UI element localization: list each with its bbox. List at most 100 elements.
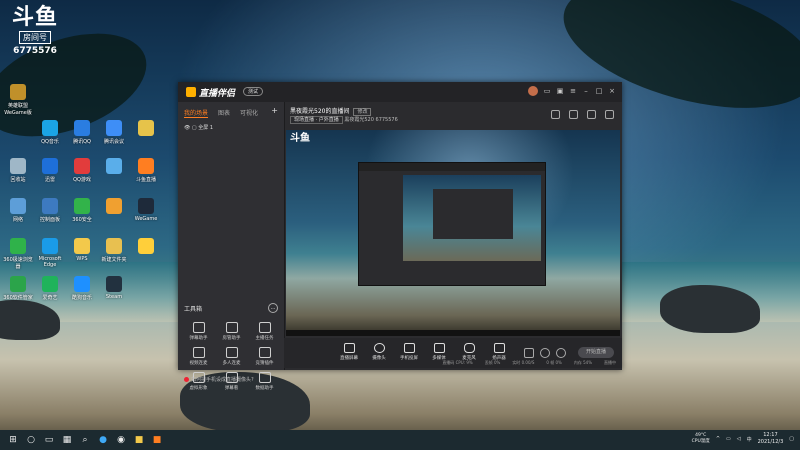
desktop-icon[interactable]: Steam — [98, 276, 130, 300]
douyu-brand: 斗鱼 — [11, 5, 58, 30]
steam-icon[interactable]: ◉ — [116, 435, 126, 445]
menu-icon[interactable]: ≡ — [569, 87, 577, 95]
room-label: 房间号 — [19, 31, 51, 44]
lock-icon[interactable] — [551, 110, 560, 119]
desktop-icon[interactable]: 360极速浏览器 — [2, 238, 34, 270]
category-badge[interactable]: 现场直播 · 户外直播 — [290, 116, 343, 124]
edit-title-button[interactable]: 修改 — [353, 108, 372, 116]
gift-icon[interactable]: ▣ — [556, 87, 564, 95]
nested-window — [358, 162, 546, 286]
status-item: 内存 54% — [573, 360, 592, 365]
toolbox-title: 工具箱 — [184, 306, 203, 313]
ime-icon[interactable]: 中 — [747, 436, 752, 443]
star-icon[interactable] — [587, 110, 596, 119]
preview-taskbar — [286, 330, 620, 336]
avatar[interactable] — [528, 86, 538, 96]
search-icon[interactable]: ○ — [26, 435, 36, 445]
live-info: 现场直播 · 户外直播 黑夜霞光520 6775576 — [290, 116, 398, 124]
status-bar: 直播码 CPU: 9% 丢帧 0% 实时 0.00/S 0 帧 0% 内存 54… — [284, 358, 622, 368]
search-app-icon[interactable]: ⌕ — [80, 435, 90, 445]
add-scene-icon[interactable]: + — [271, 107, 278, 118]
desktop-icon[interactable]: 腾讯会议 — [98, 120, 130, 145]
maximize-icon[interactable]: □ — [595, 87, 603, 95]
volume-icon[interactable]: ◁ — [737, 436, 741, 442]
desktop-icon[interactable] — [130, 120, 162, 138]
grid-app-icon[interactable]: ▦ — [62, 435, 72, 445]
desktop-icon[interactable]: Microsoft Edge — [34, 238, 66, 268]
scene-item[interactable]: 👁 ▢ 全屏 1 — [178, 122, 284, 133]
status-item: 0 帧 0% — [546, 360, 562, 365]
preview-douyu-logo: 斗鱼 — [290, 133, 310, 144]
douyu-logo: 斗鱼 房间号 6775576 — [10, 5, 60, 57]
app-logo-icon — [186, 87, 196, 97]
minimize-icon[interactable]: – — [582, 87, 590, 95]
network-icon[interactable]: ▭ — [726, 436, 731, 442]
desktop-icon[interactable]: QQ音乐 — [34, 120, 66, 145]
left-panel: 我的场景 图表 可视化 + 👁 ▢ 全屏 1 工具箱 … 弹幕助手 房管助手 主… — [178, 102, 285, 391]
desktop-icon[interactable]: QQ游戏 — [66, 158, 98, 183]
desktop-icon[interactable]: 爱奇艺 — [34, 276, 66, 301]
tool-multi-link[interactable]: 多人连麦 — [215, 347, 248, 366]
tab-scenes[interactable]: 我的场景 — [184, 108, 209, 118]
edge-icon[interactable]: ● — [98, 435, 108, 445]
toolbox-settings-icon[interactable]: … — [268, 303, 278, 313]
status-item: 实时 0.00/S — [512, 360, 535, 365]
tool-video-link[interactable]: 视频连麦 — [182, 347, 215, 366]
desktop-icon[interactable]: 360安全 — [66, 198, 98, 223]
status-item: 直播中 — [604, 360, 616, 365]
message-icon[interactable]: ▭ — [543, 87, 551, 95]
tool-guess[interactable]: 竞猜插件 — [248, 347, 281, 366]
title-bar: 直播伴侣 测试 ▭ ▣ ≡ – □ × — [178, 82, 622, 102]
desktop-icon[interactable]: 迅雷 — [34, 158, 66, 183]
tab-2[interactable]: 图表 — [218, 108, 230, 118]
tab-3[interactable]: 可视化 — [240, 108, 258, 118]
settings-icon[interactable] — [556, 348, 566, 358]
version-badge[interactable]: 测试 — [243, 87, 264, 96]
tool-task[interactable]: 主播任务 — [248, 322, 281, 341]
task-view-icon[interactable]: ▭ — [44, 435, 54, 445]
desktop-icon[interactable]: 网络 — [2, 198, 34, 223]
tray-arrow-icon[interactable]: ^ — [716, 436, 720, 442]
share-icon[interactable] — [605, 110, 614, 119]
app-name: 直播伴侣 — [199, 88, 236, 99]
title-bar-icons: ▭ ▣ ≡ – □ × — [528, 86, 616, 96]
desktop-icon[interactable]: 360软件管家 — [2, 276, 34, 301]
desktop-icon[interactable]: WeGame — [130, 198, 162, 222]
status-item: 直播码 CPU: 9% — [442, 360, 473, 365]
desktop-icon[interactable] — [130, 238, 162, 256]
desktop-icon[interactable]: 斗鱼直播 — [130, 158, 162, 183]
stream-preview[interactable]: 斗鱼 — [286, 130, 620, 336]
tip-dot — [184, 377, 189, 382]
desktop-icon[interactable]: 新建文件夹 — [98, 238, 130, 263]
notification-icon[interactable]: ▢ — [789, 436, 794, 442]
douyu-app-icon[interactable]: ■ — [152, 435, 162, 445]
desktop-icon[interactable] — [98, 198, 130, 216]
room-info: 黑夜霞光520 6775576 — [344, 117, 398, 123]
tip-link[interactable]: 如何把手机设成直播摄像头? — [184, 376, 254, 383]
main-panel: 黑夜霞光520的直播间 修改 现场直播 · 户外直播 黑夜霞光520 677557… — [284, 102, 622, 370]
desktop-icon[interactable]: WPS — [66, 238, 98, 262]
system-tray: 49°C CPU温度 ^ ▭ ◁ 中 12:17 2021/12/3 ▢ — [692, 432, 794, 446]
live-companion-window: 直播伴侣 测试 ▭ ▣ ≡ – □ × 我的场景 图表 可视化 + 👁 ▢ 全屏… — [178, 82, 622, 391]
start-live-button[interactable]: 开始直播 — [578, 347, 614, 358]
desktop-icon[interactable] — [98, 158, 130, 176]
cpu-temp[interactable]: 49°C CPU温度 — [692, 433, 710, 445]
desktop-icon[interactable]: 控制面板 — [34, 198, 66, 223]
folder-icon[interactable]: ■ — [134, 435, 144, 445]
live-title: 黑夜霞光520的直播间 修改 — [290, 106, 372, 116]
eye-icon[interactable] — [540, 348, 550, 358]
start-icon[interactable]: ⊞ — [8, 435, 18, 445]
close-icon[interactable]: × — [608, 87, 616, 95]
clock[interactable]: 12:17 2021/12/3 — [758, 432, 784, 446]
tool-danmu[interactable]: 弹幕助手 — [182, 322, 215, 341]
desktop-icon[interactable]: 腾讯QQ — [66, 120, 98, 145]
desktop-icon[interactable]: 酷狗音乐 — [66, 276, 98, 301]
room-number: 6775576 — [13, 46, 57, 56]
record-icon[interactable] — [524, 348, 534, 358]
tool-room-admin[interactable]: 房管助手 — [215, 322, 248, 341]
desktop-icon[interactable]: 回收站 — [2, 158, 34, 183]
gift-box-icon[interactable] — [569, 110, 578, 119]
right-tool-icons — [551, 110, 614, 119]
desktop-icon[interactable]: 英雄联盟 WeGame版 — [2, 84, 34, 116]
status-item: 丢帧 0% — [484, 360, 501, 365]
